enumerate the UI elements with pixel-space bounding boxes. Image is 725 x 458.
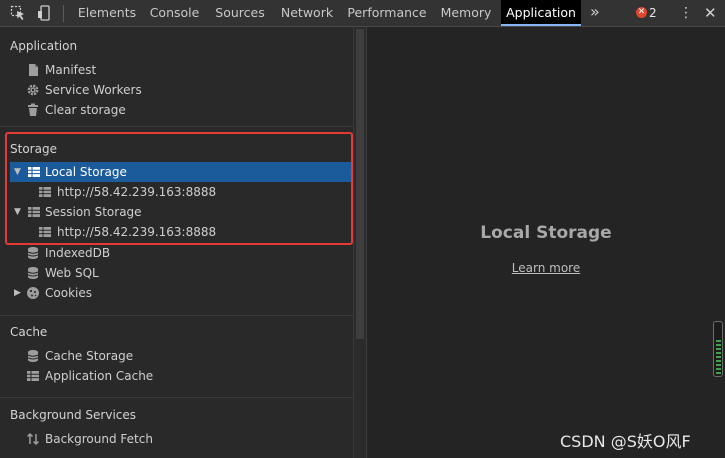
page-title: Local Storage <box>480 223 612 243</box>
watermark-text: CSDN @S妖O风F <box>560 432 691 451</box>
error-count[interactable]: 2 <box>649 0 657 27</box>
tab-elements[interactable]: Elements <box>73 0 141 26</box>
tab-performance[interactable]: Performance <box>342 0 432 26</box>
sidebar-item-label: Cookies <box>45 286 92 300</box>
sidebar-item-label: Background Fetch <box>45 432 153 446</box>
section-divider <box>0 397 353 398</box>
close-devtools-button[interactable]: ✕ <box>704 0 717 26</box>
sidebar-item-label: Service Workers <box>45 83 142 97</box>
sidebar-item-label: Cache Storage <box>45 349 134 363</box>
sidebar-item-label: IndexedDB <box>45 246 111 260</box>
collapse-arrow-icon[interactable]: ▶ <box>14 283 24 303</box>
grid-icon <box>27 371 39 381</box>
tab-console[interactable]: Console <box>141 0 208 26</box>
sidebar-scrollbar-thumb[interactable] <box>356 29 364 339</box>
tab-sources[interactable]: Sources <box>208 0 272 26</box>
section-title-background-services: Background Services <box>10 408 137 422</box>
document-icon <box>29 64 38 76</box>
main-panel: Local Storage Learn more <box>367 27 725 458</box>
application-sidebar: Application Manifest Service Workers Cle… <box>0 27 353 458</box>
section-title-cache: Cache <box>10 325 48 339</box>
sidebar-item-label: Clear storage <box>45 103 126 117</box>
more-tabs-button[interactable]: » <box>590 0 600 26</box>
up-down-arrows-icon <box>26 432 40 446</box>
section-divider <box>0 315 353 316</box>
learn-more-link[interactable]: Learn more <box>367 261 725 275</box>
sidebar-scrollbar[interactable] <box>353 27 366 458</box>
section-title-application: Application <box>10 39 78 53</box>
section-divider <box>0 126 353 127</box>
sidebar-item-label: Manifest <box>45 63 97 77</box>
inspect-element-icon[interactable] <box>10 5 26 21</box>
tab-application[interactable]: Application <box>501 0 581 26</box>
error-icon[interactable]: ✕ <box>636 7 647 18</box>
tab-network[interactable]: Network <box>272 0 342 26</box>
database-icon <box>27 350 39 362</box>
trash-icon <box>28 103 38 116</box>
sidebar-item-label: Web SQL <box>45 266 99 280</box>
devtools-toolbar: Elements Console Sources Network Perform… <box>0 0 725 27</box>
toolbar-separator <box>63 5 64 22</box>
scroll-indicator-bars <box>716 340 721 374</box>
highlight-box <box>5 132 353 245</box>
cookie-icon <box>27 287 39 299</box>
sidebar-item-label: Application Cache <box>45 369 154 383</box>
settings-menu-button[interactable]: ⋮ <box>679 0 693 26</box>
database-icon <box>27 267 39 279</box>
device-toolbar-icon[interactable] <box>37 5 53 21</box>
gear-icon <box>27 84 39 96</box>
side-scroll-indicator[interactable] <box>713 321 723 377</box>
database-icon <box>27 247 39 259</box>
tab-memory[interactable]: Memory <box>432 0 500 26</box>
